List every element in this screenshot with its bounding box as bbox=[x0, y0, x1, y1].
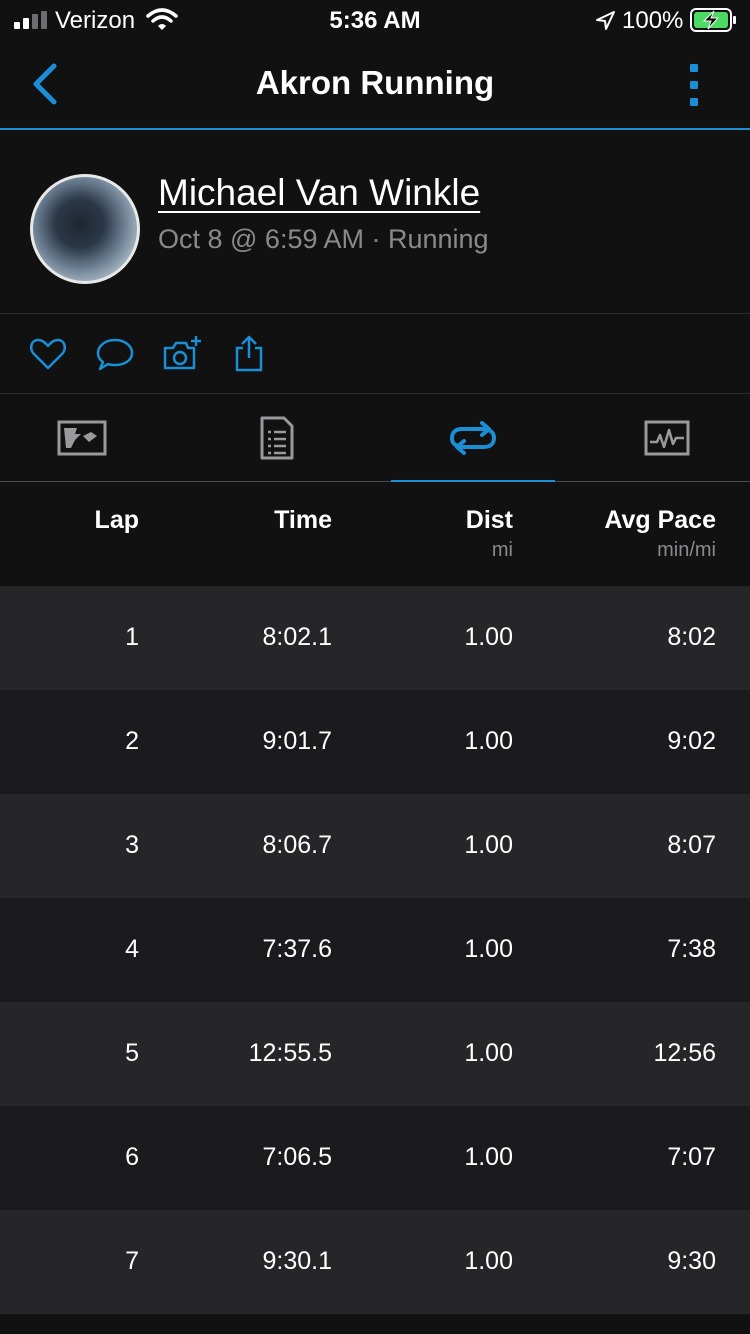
battery-percent: 100% bbox=[622, 7, 684, 34]
document-icon bbox=[260, 416, 294, 460]
lap-number: 4 bbox=[125, 935, 139, 963]
activity-tabs bbox=[0, 394, 750, 483]
lap-pace: 7:38 bbox=[667, 935, 716, 963]
header-dist: Dist mi bbox=[465, 506, 513, 561]
lap-distance: 1.00 bbox=[464, 935, 513, 963]
lap-number: 5 bbox=[125, 1039, 139, 1067]
charts-tab[interactable] bbox=[585, 394, 750, 482]
lap-distance: 1.00 bbox=[464, 727, 513, 755]
lap-number: 6 bbox=[125, 1143, 139, 1171]
laps-table-header: Lap Time Dist mi Avg Pace min/mi bbox=[0, 482, 750, 586]
table-row[interactable]: 7 9:30.1 1.00 9:30 bbox=[0, 1210, 750, 1314]
table-row[interactable]: 1 8:02.1 1.00 8:02 bbox=[0, 586, 750, 690]
more-vertical-icon[interactable] bbox=[676, 60, 712, 110]
battery-charging-icon bbox=[690, 8, 736, 32]
lap-pace: 9:02 bbox=[667, 727, 716, 755]
lap-pace: 8:07 bbox=[667, 831, 716, 859]
lap-distance: 1.00 bbox=[464, 831, 513, 859]
lap-time: 7:37.6 bbox=[262, 935, 332, 963]
details-tab[interactable] bbox=[195, 394, 360, 482]
comment-icon[interactable] bbox=[95, 334, 135, 374]
lap-time: 7:06.5 bbox=[262, 1143, 332, 1171]
lap-number: 1 bbox=[125, 623, 139, 651]
chart-pulse-icon bbox=[644, 420, 690, 456]
lap-distance: 1.00 bbox=[464, 623, 513, 651]
lap-time: 8:06.7 bbox=[262, 831, 332, 859]
lap-time: 9:01.7 bbox=[262, 727, 332, 755]
table-row[interactable]: 4 7:37.6 1.00 7:38 bbox=[0, 898, 750, 1002]
table-row[interactable]: 3 8:06.7 1.00 8:07 bbox=[0, 794, 750, 898]
lap-distance: 1.00 bbox=[464, 1039, 513, 1067]
table-row[interactable]: 6 7:06.5 1.00 7:07 bbox=[0, 1106, 750, 1210]
header-pace-unit: min/mi bbox=[657, 539, 716, 561]
activity-subtitle: Oct 8 @ 6:59 AM · Running bbox=[158, 224, 489, 254]
avatar[interactable] bbox=[30, 174, 140, 284]
nav-bar: Akron Running bbox=[0, 42, 750, 130]
lap-number: 2 bbox=[125, 727, 139, 755]
lap-time: 12:55.5 bbox=[248, 1039, 332, 1067]
activity-header: Michael Van Winkle Oct 8 @ 6:59 AM · Run… bbox=[0, 130, 750, 314]
lap-pace: 8:02 bbox=[667, 623, 716, 651]
user-name-link[interactable]: Michael Van Winkle bbox=[158, 172, 480, 214]
header-time: Time bbox=[274, 506, 332, 534]
action-bar bbox=[0, 314, 750, 394]
table-row[interactable]: 5 12:55.5 1.00 12:56 bbox=[0, 1002, 750, 1106]
lap-time: 9:30.1 bbox=[262, 1247, 332, 1275]
lap-distance: 1.00 bbox=[464, 1143, 513, 1171]
location-arrow-icon bbox=[596, 11, 615, 30]
add-photo-icon[interactable] bbox=[162, 334, 202, 374]
repeat-icon bbox=[449, 421, 497, 455]
map-tab[interactable] bbox=[0, 394, 165, 482]
lap-number: 7 bbox=[125, 1247, 139, 1275]
status-bar: Verizon 5:36 AM 100% bbox=[0, 0, 750, 42]
laps-tab[interactable] bbox=[391, 394, 555, 483]
header-pace: Avg Pace min/mi bbox=[604, 506, 716, 561]
map-icon bbox=[57, 420, 107, 456]
table-row[interactable]: 2 9:01.7 1.00 9:02 bbox=[0, 690, 750, 794]
lap-pace: 12:56 bbox=[653, 1039, 716, 1067]
lap-pace: 7:07 bbox=[667, 1143, 716, 1171]
lap-distance: 1.00 bbox=[464, 1247, 513, 1275]
lap-pace: 9:30 bbox=[667, 1247, 716, 1275]
laps-table: 1 8:02.1 1.00 8:02 2 9:01.7 1.00 9:02 3 … bbox=[0, 586, 750, 1314]
like-icon[interactable] bbox=[28, 334, 68, 374]
share-icon[interactable] bbox=[229, 334, 269, 374]
page-title: Akron Running bbox=[255, 64, 495, 101]
header-dist-unit: mi bbox=[491, 539, 513, 561]
header-lap: Lap bbox=[94, 506, 139, 534]
lap-number: 3 bbox=[125, 831, 139, 859]
lap-time: 8:02.1 bbox=[262, 623, 332, 651]
